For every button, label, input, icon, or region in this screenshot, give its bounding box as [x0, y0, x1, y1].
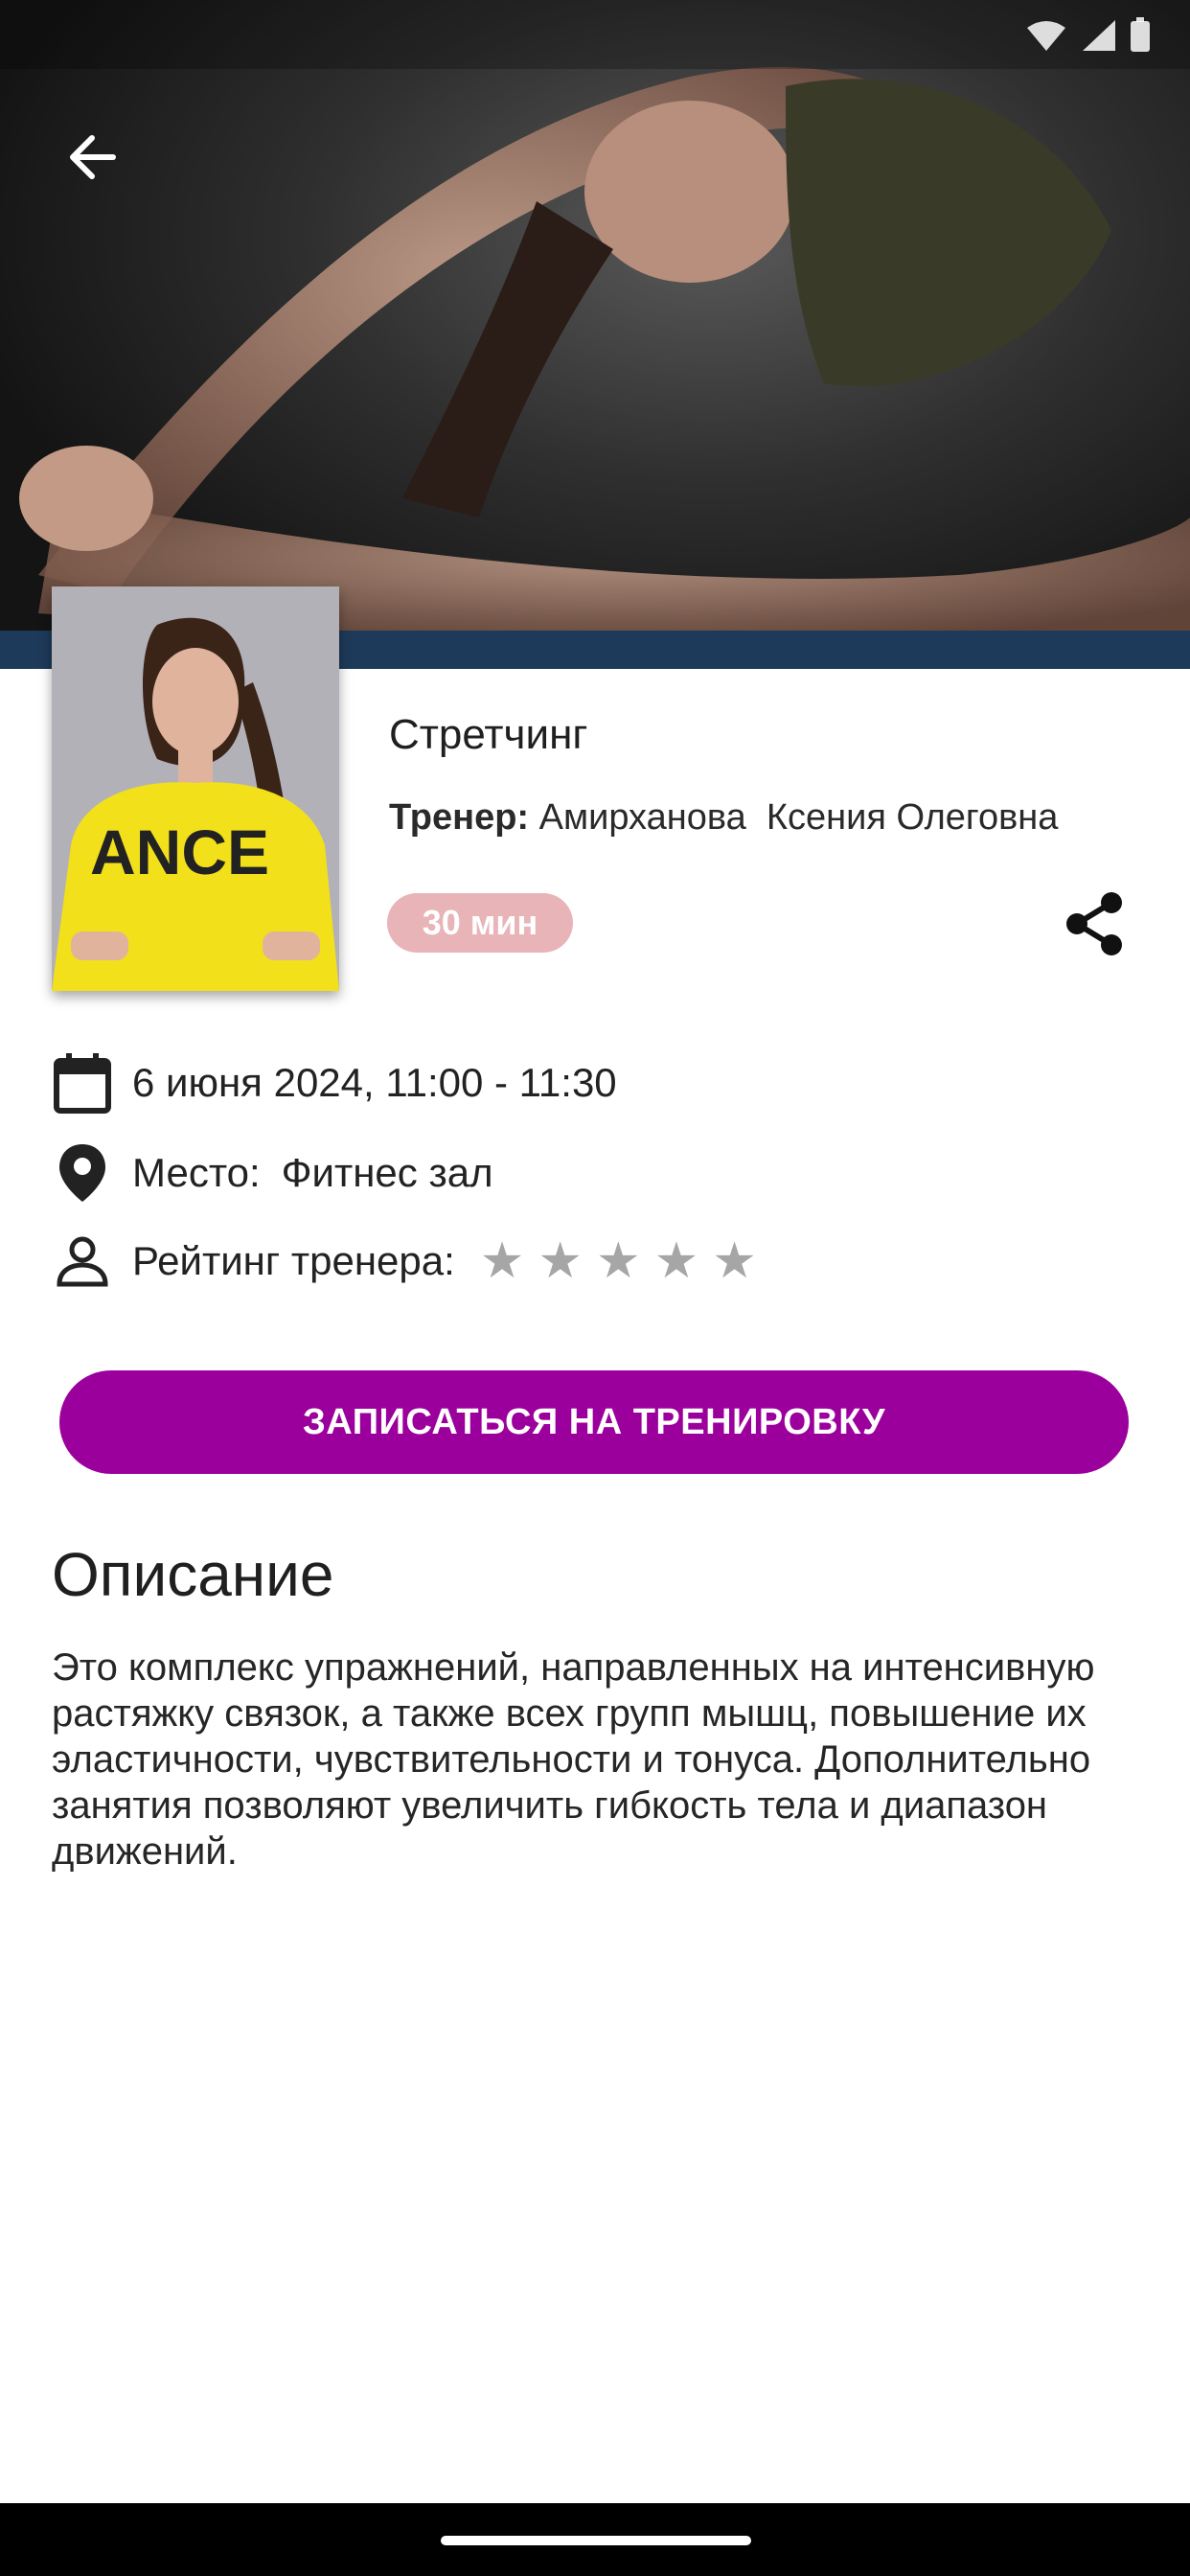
signup-button[interactable]: ЗАПИСАТЬСЯ НА ТРЕНИРОВКУ: [59, 1370, 1129, 1474]
star-icon[interactable]: ★: [596, 1236, 641, 1286]
trainer-label: Тренер:: [389, 797, 530, 838]
date-text: 6 июня 2024, 11:00 - 11:30: [132, 1060, 617, 1105]
trainer-photo: ANCE: [52, 586, 339, 991]
description-title: Описание: [52, 1540, 334, 1609]
description-text: Это комплекс упражнений, направленных на…: [52, 1646, 1095, 1873]
duration-badge: 30 мин: [387, 893, 573, 953]
place-value: Фитнес зал: [281, 1150, 493, 1195]
rating-stars[interactable]: ★ ★ ★ ★ ★: [480, 1236, 757, 1286]
trainer-portrait: ANCE: [52, 586, 339, 991]
rating-label: Рейтинг тренера:: [132, 1238, 455, 1283]
stretching-photo: [19, 67, 1190, 646]
workout-title: Стретчинг: [389, 711, 588, 758]
location-pin-icon: [52, 1138, 113, 1208]
trainer-name: Амирханова Ксения Олеговна: [538, 797, 1059, 838]
share-button[interactable]: [1062, 889, 1127, 958]
star-icon[interactable]: ★: [538, 1236, 583, 1286]
wifi-icon: [1027, 21, 1065, 51]
hero-image: [0, 0, 1190, 669]
trainer-line: Тренер: Амирханова Ксения Олеговна: [389, 797, 1058, 839]
place-row: Место: Фитнес зал: [52, 1138, 493, 1208]
star-icon[interactable]: ★: [712, 1236, 757, 1286]
battery-icon: [1131, 17, 1150, 52]
back-button[interactable]: [54, 119, 130, 196]
place-label: Место:: [132, 1150, 261, 1195]
star-icon[interactable]: ★: [654, 1236, 699, 1286]
system-nav-bar: [0, 2503, 1190, 2576]
arrow-left-icon: [70, 135, 116, 179]
date-row: 6 июня 2024, 11:00 - 11:30: [52, 1048, 617, 1117]
calendar-icon: [52, 1048, 113, 1117]
rating-row: Рейтинг тренера: ★ ★ ★ ★ ★: [52, 1227, 757, 1296]
home-handle[interactable]: [441, 2536, 751, 2545]
signal-icon: [1083, 20, 1115, 51]
person-icon: [52, 1227, 113, 1296]
svg-text:ANCE: ANCE: [90, 816, 269, 887]
share-icon: [1066, 892, 1122, 955]
status-bar: [0, 0, 1190, 69]
star-icon[interactable]: ★: [480, 1236, 525, 1286]
status-icons: [1025, 17, 1152, 54]
